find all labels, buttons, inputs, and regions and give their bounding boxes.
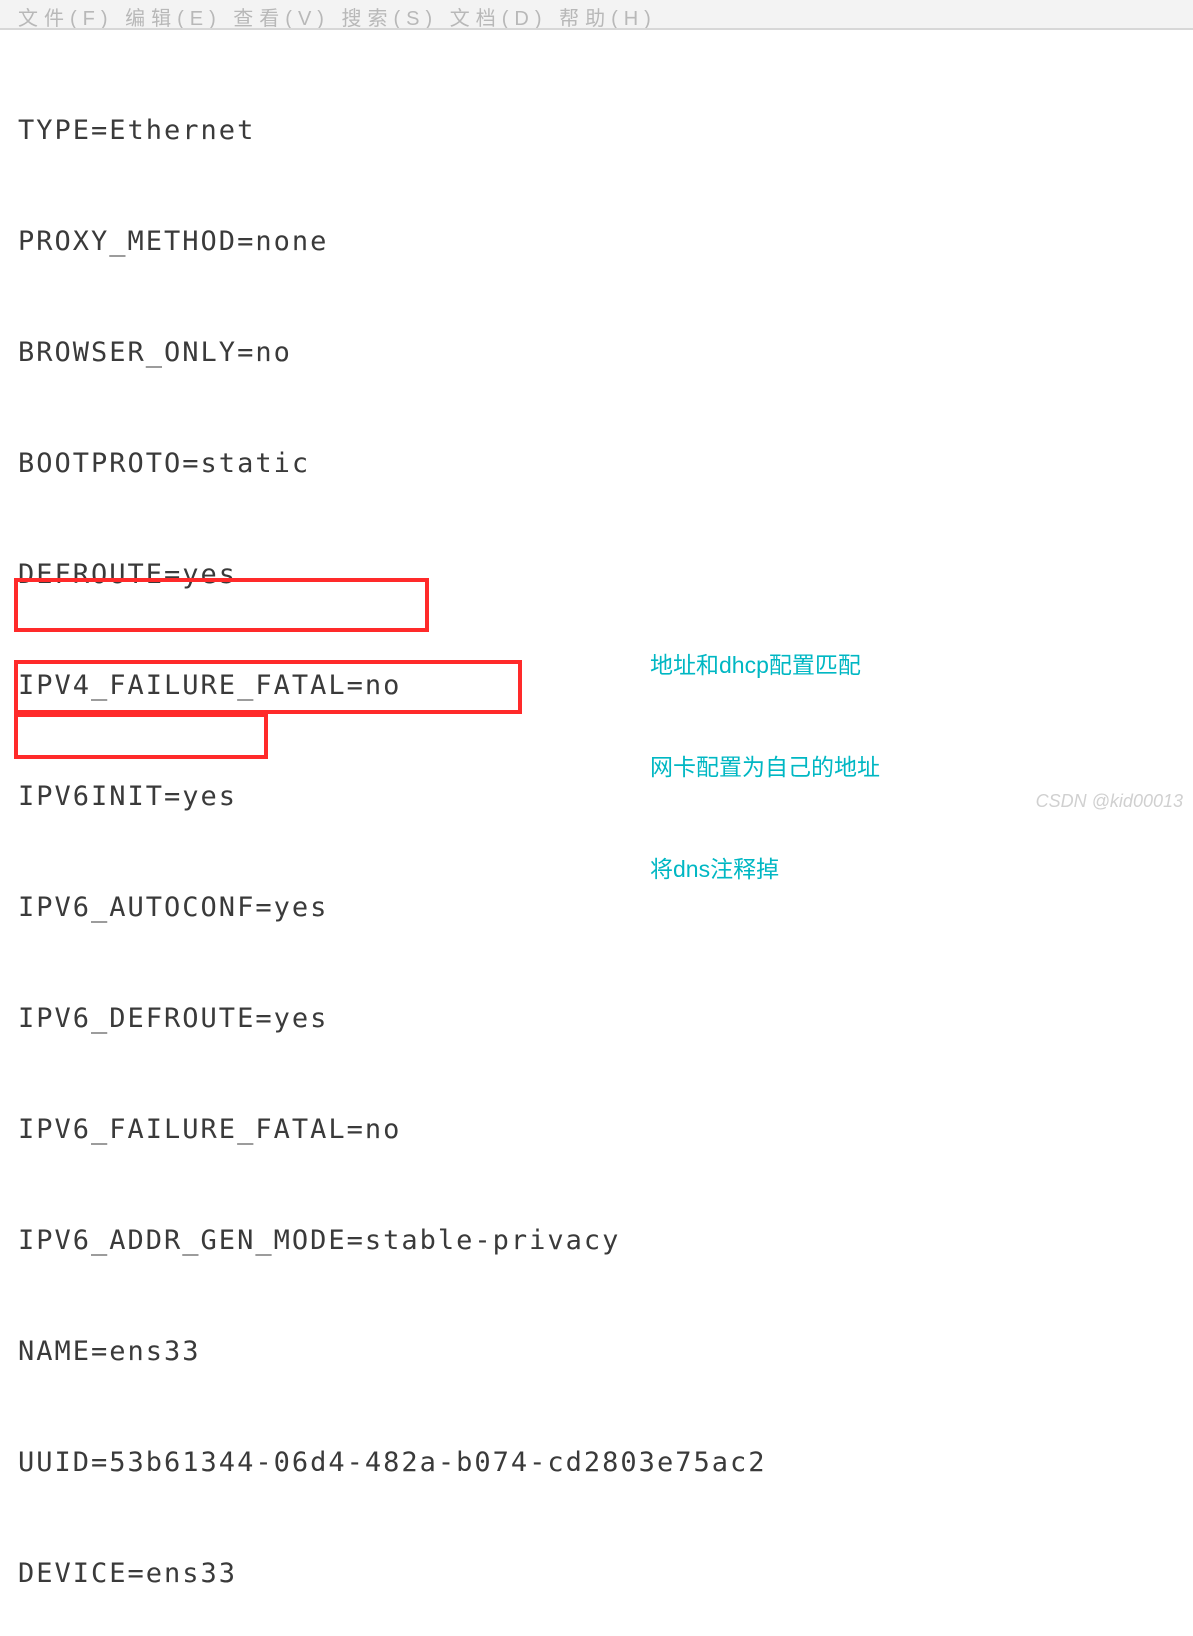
config-line: IPV4_FAILURE_FATAL=no [18,667,1193,704]
config-line: IPV6_ADDR_GEN_MODE=stable-privacy [18,1222,1193,1259]
config-line: IPV6INIT=yes [18,778,1193,815]
config-line: UUID=53b61344-06d4-482a-b074-cd2803e75ac… [18,1444,1193,1481]
config-line: IPV6_DEFROUTE=yes [18,1000,1193,1037]
editor-viewport[interactable]: TYPE=Ethernet PROXY_METHOD=none BROWSER_… [0,30,1193,1636]
config-line: IPV6_FAILURE_FATAL=no [18,1111,1193,1148]
config-line: PROXY_METHOD=none [18,223,1193,260]
config-line: DEVICE=ens33 [18,1555,1193,1592]
annotation-callout: 地址和dhcp配置匹配 网卡配置为自己的地址 将dns注释掉 [650,580,880,920]
watermark: CSDN @kid00013 [1036,791,1183,812]
config-line: TYPE=Ethernet [18,112,1193,149]
config-line: NAME=ens33 [18,1333,1193,1370]
config-line: DEFROUTE=yes [18,556,1193,593]
config-line: BROWSER_ONLY=no [18,334,1193,371]
annotation-line: 地址和dhcp配置匹配 [650,648,880,682]
config-line: BOOTPROTO=static [18,445,1193,482]
annotation-line: 网卡配置为自己的地址 [650,750,880,784]
config-line: IPV6_AUTOCONF=yes [18,889,1193,926]
menubar[interactable]: 文件(F) 编辑(E) 查看(V) 搜索(S) 文档(D) 帮助(H) [0,0,1193,30]
annotation-line: 将dns注释掉 [650,852,880,886]
